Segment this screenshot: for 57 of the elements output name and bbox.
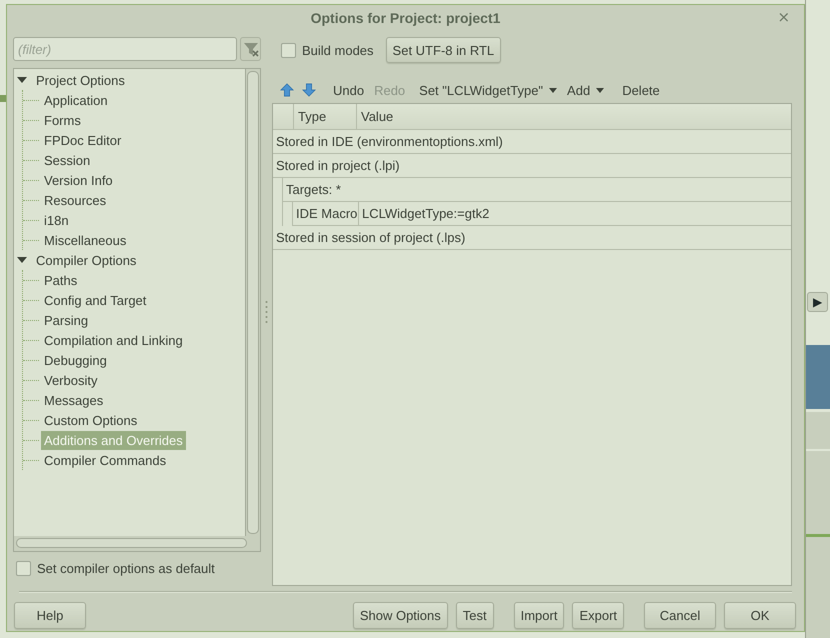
checkbox[interactable] [16, 561, 31, 576]
table-cell-text: LCLWidgetType:=gtk2 [361, 205, 490, 223]
caret-icon [549, 88, 558, 92]
dialog-button[interactable]: OK [724, 602, 796, 629]
checkbox-label: Set compiler options as default [37, 561, 215, 576]
dialog-button[interactable]: Help [14, 602, 86, 629]
group-row[interactable]: Stored in project (.lpi) [273, 154, 792, 178]
column-header[interactable]: Type [294, 104, 357, 129]
arrow-down-icon [302, 82, 316, 98]
tree-item[interactable]: Compilation and Linking [41, 330, 186, 350]
dialog-button[interactable]: Cancel [644, 602, 716, 629]
tree-item[interactable]: FPDoc Editor [41, 130, 124, 150]
table-cell: IDE Macro [293, 202, 359, 225]
group-row[interactable]: Targets: * [283, 178, 792, 202]
collapse-arrow-icon[interactable] [17, 77, 27, 83]
tree-item[interactable]: Debugging [41, 350, 110, 370]
dialog-button[interactable]: Import [514, 602, 564, 629]
dropdown-button[interactable]: Set "LCLWidgetType" [414, 79, 562, 101]
filter-clear-icon [242, 41, 258, 57]
tree-item[interactable]: Session [41, 150, 94, 170]
group-row[interactable]: Stored in session of project (.lps) [273, 226, 792, 250]
arrow-up-icon [280, 82, 294, 98]
tree-item[interactable]: Compiler Commands [41, 450, 170, 470]
tree-item[interactable]: Version Info [41, 170, 116, 190]
tree-item[interactable]: Miscellaneous [41, 230, 130, 250]
tree-item[interactable]: Project Options [33, 70, 128, 90]
filter-button[interactable] [240, 37, 261, 61]
checkbox[interactable] [281, 42, 296, 58]
tree-item[interactable]: Verbosity [41, 370, 100, 390]
tree-item[interactable]: Resources [41, 190, 110, 210]
dialog-button[interactable]: Export [572, 602, 624, 629]
collapse-arrow-icon[interactable] [17, 257, 27, 263]
dialog-button[interactable]: Show Options [352, 602, 448, 629]
tree-item[interactable]: Messages [41, 390, 106, 410]
caret-icon [596, 88, 604, 92]
tree-item[interactable]: Custom Options [41, 410, 140, 430]
tree-item[interactable]: Compiler Options [33, 250, 140, 270]
play-button[interactable]: ▶ [807, 292, 828, 312]
tree-item[interactable]: Forms [41, 110, 84, 130]
tree-item[interactable]: Application [41, 90, 111, 110]
tree-item[interactable]: Paths [41, 270, 80, 290]
tree-item[interactable]: Config and Target [41, 290, 150, 310]
set-utf8-rtl-button[interactable]: Set UTF-8 in RTL [386, 37, 502, 63]
tree-item[interactable]: i18n [41, 210, 72, 230]
splitter-grip-icon[interactable] [265, 300, 268, 324]
toolbar-button[interactable]: Undo [328, 79, 370, 101]
window-title: Options for Project: project1 [310, 10, 500, 26]
dropdown-button[interactable]: Add [562, 79, 610, 101]
toolbar-button[interactable]: Delete [617, 79, 665, 101]
tree-item[interactable]: Parsing [41, 310, 92, 330]
scrollbar[interactable] [16, 538, 247, 548]
column-header[interactable]: Value [357, 104, 792, 129]
filter-field[interactable]: (filter) [13, 37, 237, 61]
checkbox-label: Build modes [302, 42, 374, 58]
scrollbar[interactable] [247, 71, 259, 534]
dialog-button[interactable]: Test [456, 602, 494, 629]
group-row[interactable]: Stored in IDE (environmentoptions.xml) [273, 130, 792, 154]
